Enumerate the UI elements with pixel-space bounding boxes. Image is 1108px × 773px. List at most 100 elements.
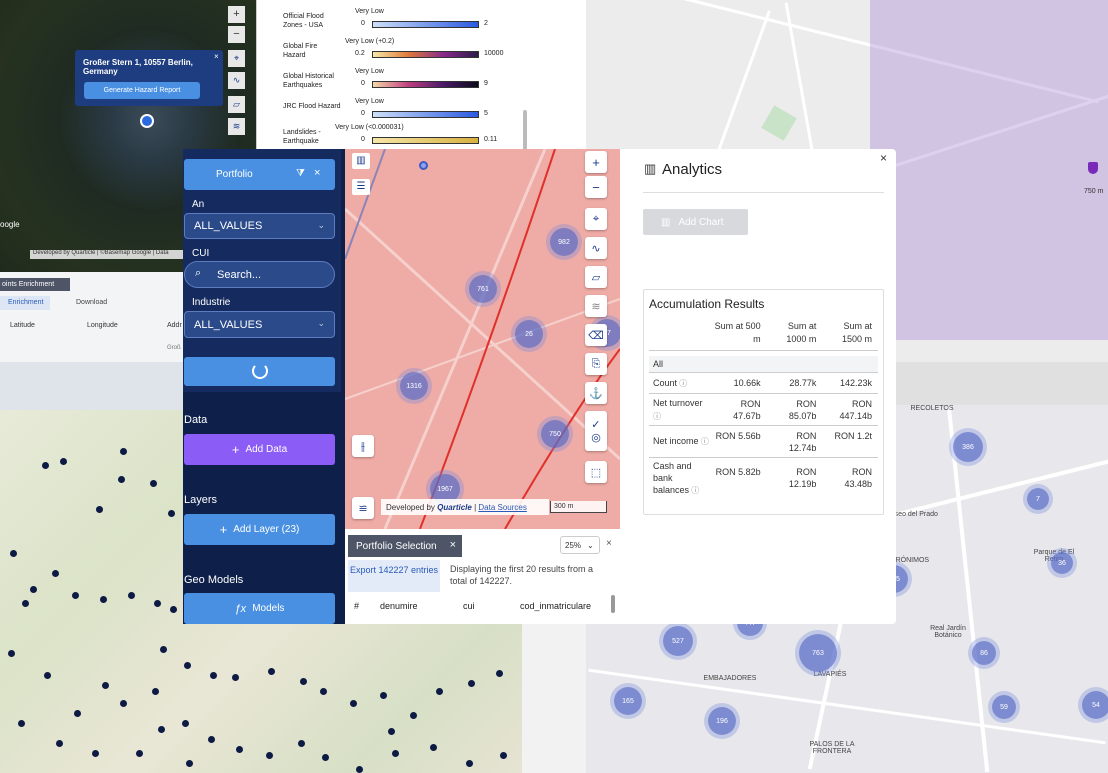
check-target-icon[interactable]: ✓ ◎ bbox=[585, 411, 607, 451]
portfolio-point[interactable] bbox=[44, 672, 51, 679]
map-cluster[interactable]: 86 bbox=[972, 641, 996, 665]
info-icon[interactable]: ⓘ bbox=[653, 412, 661, 421]
portfolio-point[interactable] bbox=[410, 712, 417, 719]
ruler-icon[interactable]: ▱ bbox=[228, 96, 245, 113]
portfolio-point[interactable] bbox=[56, 740, 63, 747]
models-button[interactable]: ƒx Models bbox=[184, 593, 335, 624]
portfolio-point[interactable] bbox=[118, 476, 125, 483]
ruler-icon[interactable]: ▱ bbox=[585, 266, 607, 288]
portfolio-point[interactable] bbox=[100, 596, 107, 603]
portfolio-point[interactable] bbox=[298, 740, 305, 747]
legend-icon[interactable]: ≌ bbox=[352, 497, 374, 519]
info-icon[interactable]: ⓘ bbox=[689, 486, 699, 495]
portfolio-point[interactable] bbox=[92, 750, 99, 757]
add-layer-button[interactable]: + Add Layer (23) bbox=[184, 514, 335, 545]
filter-sliders-icon[interactable]: ⫲ bbox=[352, 435, 374, 457]
portfolio-point[interactable] bbox=[232, 674, 239, 681]
portfolio-point[interactable] bbox=[52, 570, 59, 577]
close-icon[interactable]: × bbox=[606, 538, 612, 549]
portfolio-point[interactable] bbox=[8, 650, 15, 657]
chart-tool-icon[interactable]: ∿ bbox=[228, 72, 245, 89]
layers-icon[interactable]: ≋ bbox=[228, 118, 245, 135]
close-icon[interactable]: × bbox=[880, 151, 887, 165]
portfolio-point[interactable] bbox=[322, 754, 329, 761]
chart-widget-icon[interactable]: ▥ bbox=[352, 153, 370, 169]
download-subtab[interactable]: Download bbox=[62, 296, 122, 310]
map-cluster[interactable]: 196 bbox=[708, 707, 736, 735]
map-cluster[interactable]: 36 bbox=[1051, 552, 1073, 574]
portfolio-point[interactable] bbox=[168, 510, 175, 517]
portfolio-selection-tab[interactable]: Portfolio Selection × bbox=[348, 535, 462, 557]
portfolio-point[interactable] bbox=[120, 700, 127, 707]
portfolio-point[interactable] bbox=[128, 592, 135, 599]
add-data-button[interactable]: + Add Data bbox=[184, 434, 335, 465]
portfolio-point[interactable] bbox=[72, 592, 79, 599]
select-area-icon[interactable]: ⬚ bbox=[585, 461, 607, 483]
portfolio-point[interactable] bbox=[380, 692, 387, 699]
portfolio-point[interactable] bbox=[430, 744, 437, 751]
add-pin-icon[interactable]: ⌖ bbox=[585, 208, 607, 230]
portfolio-point[interactable] bbox=[300, 678, 307, 685]
portfolio-point[interactable] bbox=[356, 766, 363, 773]
portfolio-point[interactable] bbox=[96, 506, 103, 513]
close-icon[interactable]: × bbox=[314, 167, 320, 179]
export-button[interactable]: Export 142227 entries bbox=[348, 560, 440, 592]
zoom-select[interactable]: 25% ⌄ bbox=[560, 536, 600, 554]
portfolio-point[interactable] bbox=[350, 700, 357, 707]
line-chart-icon[interactable]: ∿ bbox=[585, 237, 607, 259]
map-cluster[interactable]: 26 bbox=[515, 320, 543, 348]
main-map[interactable]: 982761266713167501967 ▥ ☰ + − ⌖ ∿ ▱ ≋ ⌫ … bbox=[345, 149, 620, 529]
portfolio-point[interactable] bbox=[102, 682, 109, 689]
portfolio-point[interactable] bbox=[74, 710, 81, 717]
portfolio-point[interactable] bbox=[468, 680, 475, 687]
portfolio-header[interactable]: Portfolio ⧩ × bbox=[184, 159, 335, 190]
portfolio-point[interactable] bbox=[208, 736, 215, 743]
layers-icon[interactable]: ≋ bbox=[585, 295, 607, 317]
portfolio-point[interactable] bbox=[388, 728, 395, 735]
portfolio-point[interactable] bbox=[184, 662, 191, 669]
cui-search-input[interactable]: ⌕ Search... bbox=[184, 261, 335, 288]
portfolio-point[interactable] bbox=[10, 550, 17, 557]
an-select[interactable]: ALL_VALUES ⌄ bbox=[184, 213, 335, 239]
portfolio-point[interactable] bbox=[182, 720, 189, 727]
portfolio-point[interactable] bbox=[42, 462, 49, 469]
portfolio-point[interactable] bbox=[466, 760, 473, 767]
portfolio-point[interactable] bbox=[30, 586, 37, 593]
portfolio-point[interactable] bbox=[158, 726, 165, 733]
eraser-icon[interactable]: ⌫ bbox=[585, 324, 607, 346]
portfolio-point[interactable] bbox=[320, 688, 327, 695]
portfolio-point[interactable] bbox=[120, 448, 127, 455]
industrie-select[interactable]: ALL_VALUES ⌄ bbox=[184, 311, 335, 338]
portfolio-point[interactable] bbox=[500, 752, 507, 759]
anchor-icon[interactable]: ⚓ bbox=[585, 382, 607, 404]
portfolio-point[interactable] bbox=[186, 760, 193, 767]
table-widget-icon[interactable]: ☰ bbox=[352, 179, 370, 195]
map-cluster[interactable]: 54 bbox=[1082, 691, 1108, 719]
zoom-in-button[interactable]: + bbox=[585, 151, 607, 173]
location-marker-icon[interactable] bbox=[419, 161, 428, 170]
map-cluster[interactable]: 761 bbox=[469, 275, 497, 303]
portfolio-point[interactable] bbox=[496, 670, 503, 677]
zoom-out-icon[interactable]: − bbox=[228, 26, 245, 43]
zoom-in-icon[interactable]: + bbox=[228, 6, 245, 23]
portfolio-point[interactable] bbox=[152, 688, 159, 695]
portfolio-point[interactable] bbox=[60, 458, 67, 465]
map-cluster[interactable]: 1316 bbox=[400, 372, 428, 400]
portfolio-point[interactable] bbox=[170, 606, 177, 613]
add-chart-button[interactable]: ▥ Add Chart bbox=[643, 209, 748, 235]
portfolio-point[interactable] bbox=[436, 688, 443, 695]
map-cluster[interactable]: 386 bbox=[953, 432, 983, 462]
portfolio-point[interactable] bbox=[392, 750, 399, 757]
data-sources-link[interactable]: Data Sources bbox=[478, 503, 526, 512]
map-cluster[interactable]: 7 bbox=[1027, 488, 1049, 510]
portfolio-point[interactable] bbox=[150, 480, 157, 487]
map-cluster[interactable]: 527 bbox=[663, 626, 693, 656]
info-icon[interactable]: ⓘ bbox=[699, 437, 709, 446]
filter-icon[interactable]: ⧩ bbox=[296, 168, 305, 179]
enrichment-subtab[interactable]: Enrichment bbox=[0, 296, 50, 310]
portfolio-point[interactable] bbox=[154, 600, 161, 607]
purple-marker-icon[interactable] bbox=[1088, 162, 1098, 174]
legend-scrollbar[interactable] bbox=[523, 110, 527, 150]
portfolio-point[interactable] bbox=[268, 668, 275, 675]
map-cluster[interactable]: 750 bbox=[541, 420, 569, 448]
